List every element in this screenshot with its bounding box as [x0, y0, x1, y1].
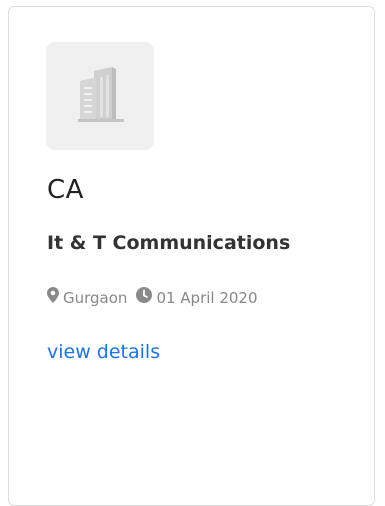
company-name: It & T Communications: [47, 232, 291, 254]
building-icon: [78, 67, 124, 122]
location-text: Gurgaon: [63, 289, 128, 307]
job-title: CA: [47, 175, 84, 205]
date-text: 01 April 2020: [156, 289, 258, 307]
clock-icon: [136, 287, 153, 309]
company-logo: [46, 42, 154, 150]
job-meta: Gurgaon 01 April 2020: [47, 287, 258, 309]
view-details-link[interactable]: view details: [47, 339, 160, 365]
job-card: CA It & T Communications Gurgaon 01 Apri…: [8, 6, 375, 506]
map-marker-icon: [47, 287, 59, 309]
